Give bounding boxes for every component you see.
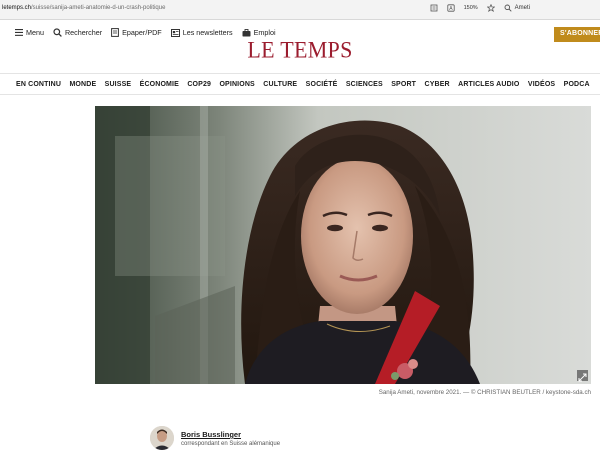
newsletters-link[interactable]: Les newsletters — [170, 28, 233, 37]
browser-address-bar: letemps.ch/suisse/sanija-ameti-anatomie-… — [0, 0, 600, 20]
menu-button[interactable]: Menu — [15, 28, 44, 37]
hero-photo — [95, 106, 591, 384]
nav-item[interactable]: SCIENCES — [346, 81, 383, 88]
site-logo[interactable]: LE TEMPS — [0, 36, 600, 63]
browser-toolbar-right: A 150% Ameti — [430, 4, 530, 12]
epaper-link[interactable]: Epaper/PDF — [111, 28, 162, 37]
nav-item[interactable]: SUISSE — [105, 81, 132, 88]
search-button[interactable]: Rechercher — [53, 28, 102, 37]
search-label: Rechercher — [64, 28, 103, 37]
nav-item[interactable]: COP29 — [187, 81, 211, 88]
site-header: Menu Rechercher Epaper/PDF Les newslette… — [0, 20, 600, 74]
find-bar[interactable]: Ameti — [504, 4, 530, 12]
reader-mode-icon[interactable] — [430, 4, 438, 12]
nav-item[interactable]: VIDÉOS — [528, 81, 555, 88]
fullscreen-button[interactable] — [577, 370, 588, 382]
author-role: correspondant en Suisse alémanique — [181, 441, 281, 447]
portrait-photo — [95, 106, 591, 384]
bookmark-star-icon[interactable] — [486, 4, 495, 12]
section-nav: EN CONTINU MONDE SUISSE ÉCONOMIE COP29 OPINIO… — [0, 75, 600, 95]
expand-icon — [578, 373, 587, 382]
logo-text: LE TEMPS — [247, 36, 353, 63]
author-byline: Boris Busslinger correspondant en Suisse… — [150, 426, 280, 450]
nav-item[interactable]: MONDE — [69, 81, 96, 88]
nav-item[interactable]: ARTICLES AUDIO — [458, 81, 519, 88]
utility-links: Menu Rechercher Epaper/PDF Les newslette… — [15, 28, 276, 37]
photo-caption: Sanija Ameti, novembre 2021. — © CHRISTI… — [378, 389, 591, 396]
nav-item[interactable]: EN CONTINU — [16, 81, 61, 88]
avatar-photo — [150, 426, 174, 450]
url-path: /suisse/sanija-ameti-anatomie-d-un-crash… — [31, 5, 166, 11]
subscribe-button[interactable]: S'ABONNER — [554, 27, 600, 42]
nav-item[interactable]: PODCA — [564, 81, 590, 88]
menu-label: Menu — [26, 28, 44, 37]
author-name[interactable]: Boris Busslinger — [181, 430, 280, 439]
nav-item[interactable]: CYBER — [424, 81, 449, 88]
epaper-label: Epaper/PDF — [122, 28, 162, 37]
section-nav-list: EN CONTINU MONDE SUISSE ÉCONOMIE COP29 OPINIO… — [16, 81, 598, 88]
find-query: Ameti — [514, 5, 530, 11]
nav-item[interactable]: SOCIÉTÉ — [306, 81, 338, 88]
document-icon — [111, 28, 120, 37]
newsletter-icon — [170, 28, 180, 37]
url-field[interactable]: letemps.ch/suisse/sanija-ameti-anatomie-… — [2, 5, 165, 11]
author-info: Boris Busslinger correspondant en Suisse… — [181, 426, 280, 450]
nav-item[interactable]: SPORT — [391, 81, 416, 88]
nav-item[interactable]: OPINIONS — [219, 81, 254, 88]
search-icon — [504, 4, 512, 12]
author-avatar[interactable] — [150, 426, 174, 450]
translate-icon[interactable]: A — [446, 4, 455, 12]
nav-item[interactable]: CULTURE — [263, 81, 297, 88]
newsletters-label: Les newsletters — [182, 28, 233, 37]
nav-item[interactable]: ÉCONOMIE — [140, 81, 179, 88]
search-icon — [53, 28, 62, 37]
zoom-level[interactable]: 150% — [464, 5, 478, 11]
url-domain: letemps.ch — [2, 5, 32, 11]
briefcase-icon — [242, 28, 251, 36]
hamburger-icon — [15, 29, 23, 36]
